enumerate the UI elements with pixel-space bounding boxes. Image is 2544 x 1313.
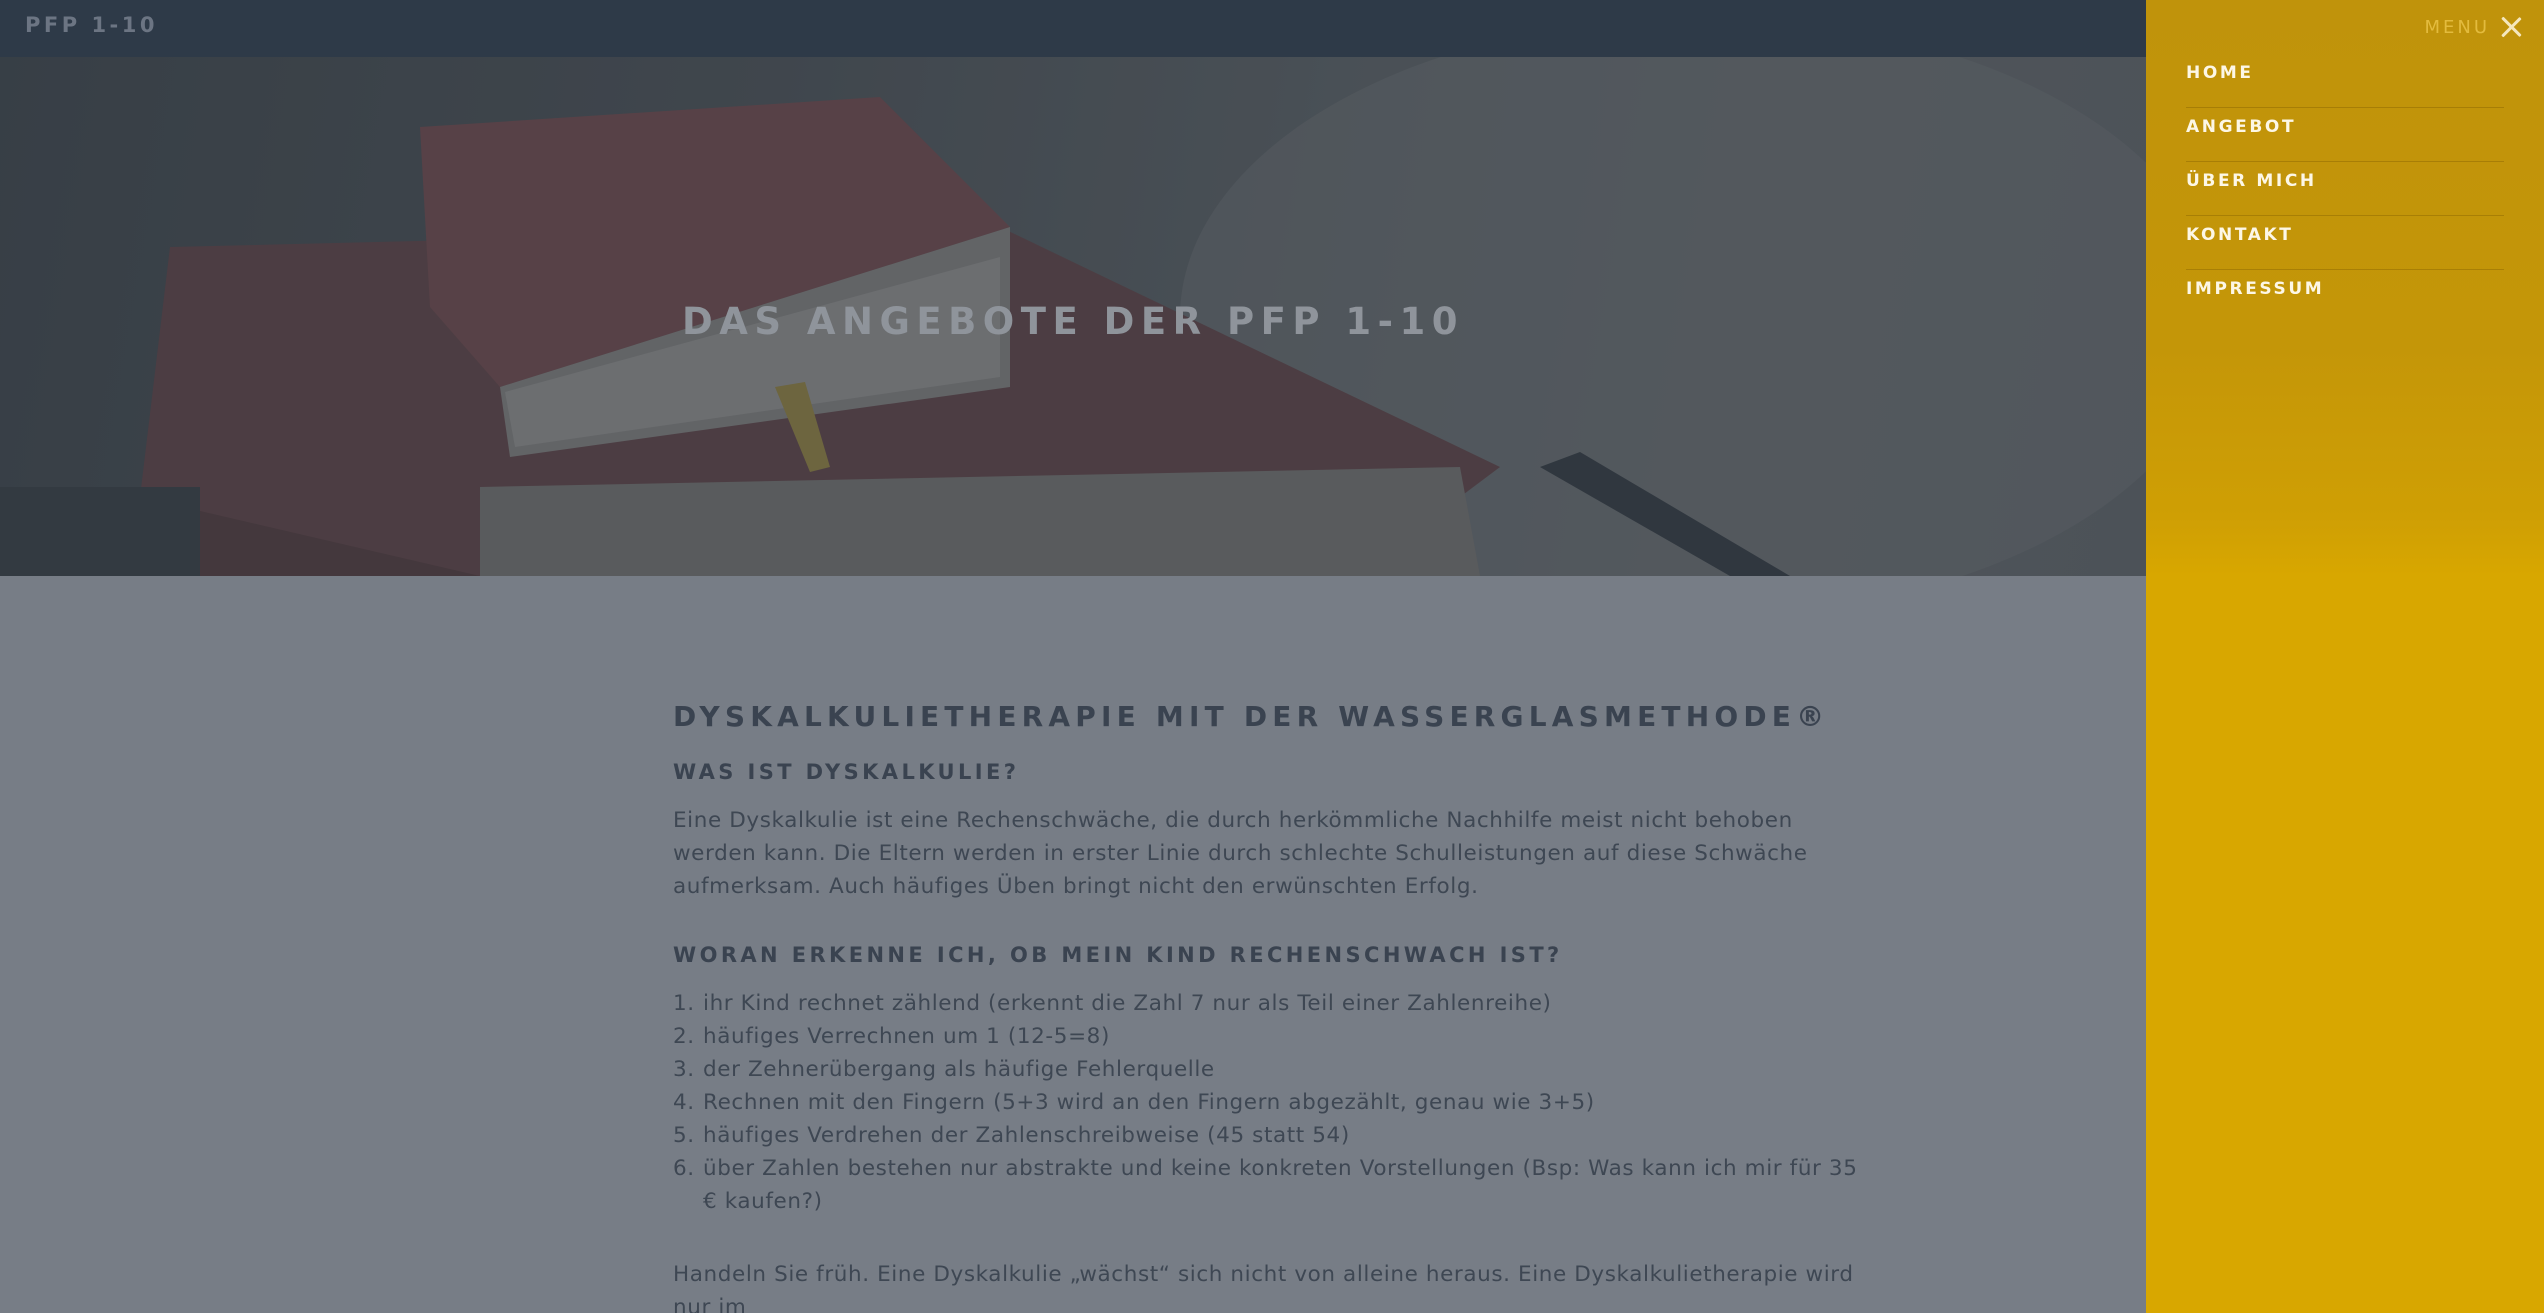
section-heading-signs: WORAN ERKENNE ICH, OB MEIN KIND RECHENSC… — [673, 943, 1563, 967]
menu-item-kontakt[interactable]: KONTAKT — [2186, 216, 2504, 270]
section-text-what-is: Eine Dyskalkulie ist eine Rechenschwäche… — [673, 808, 1808, 899]
list-item: 5. häufiges Verdrehen der Zahlenschreibwe… — [673, 1123, 1350, 1148]
list-item: 2. häufiges Verrechnen um 1 (12-5=8) — [673, 1024, 1110, 1049]
menu-label: MENU — [2424, 16, 2490, 38]
menu-list: HOME ANGEBOT ÜBER MICH KONTAKT IMPRESSUM — [2186, 54, 2504, 324]
signs-list: 1. ihr Kind rechnet zählend (erkennt die … — [673, 987, 1873, 1218]
section-heading-what-is: WAS IST DYSKALKULIE? — [673, 760, 1020, 784]
page-heading: DYSKALKULIETHERAPIE MIT DER WASSERGLASME… — [673, 700, 1830, 733]
main-content: DYSKALKULIETHERAPIE MIT DER WASSERGLASME… — [673, 700, 1873, 1313]
menu-item-ueber-mich[interactable]: ÜBER MICH — [2186, 162, 2504, 216]
menu-panel: MENU HOME ANGEBOT ÜBER MICH KONTAKT IMPR… — [2146, 0, 2544, 1313]
hero-banner: DAS ANGEBOTE DER PFP 1-10 — [0, 57, 2146, 576]
hero-title: DAS ANGEBOTE DER PFP 1-10 — [681, 300, 1464, 343]
menu-item-home[interactable]: HOME — [2186, 54, 2504, 108]
list-item: 3. der Zehnerübergang als häufige Fehlerq… — [673, 1057, 1215, 1082]
menu-item-angebot[interactable]: ANGEBOT — [2186, 108, 2504, 162]
top-bar: PFP 1-10 — [0, 0, 2146, 57]
site-brand[interactable]: PFP 1-10 — [25, 13, 158, 37]
menu-item-impressum[interactable]: IMPRESSUM — [2186, 270, 2504, 324]
close-icon[interactable] — [2500, 16, 2522, 38]
list-item: 6. über Zahlen bestehen nur abstrakte und… — [673, 1156, 1858, 1214]
list-item: 4. Rechnen mit den Fingern (5+3 wird an d… — [673, 1090, 1595, 1115]
list-item: 1. ihr Kind rechnet zählend (erkennt die … — [673, 991, 1552, 1016]
menu-close-button[interactable]: MENU — [2424, 14, 2522, 40]
closing-text: Handeln Sie früh. Eine Dyskalkulie „wäch… — [673, 1262, 1854, 1313]
